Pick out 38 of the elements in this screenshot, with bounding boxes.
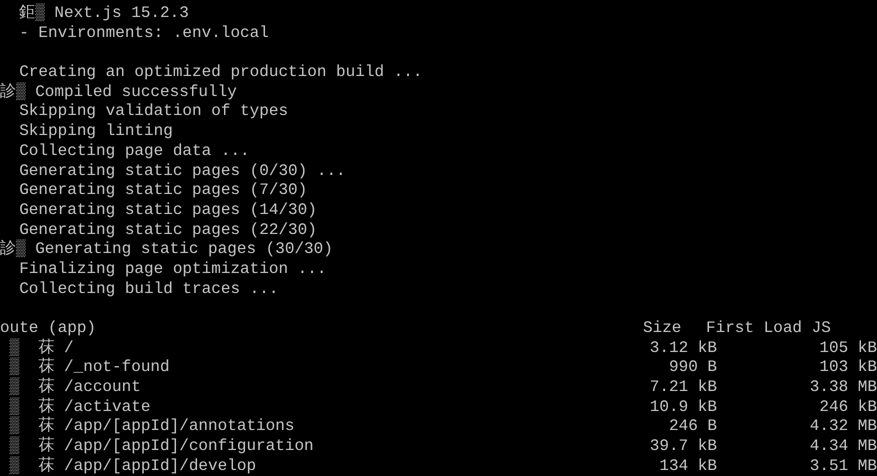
terminal-line: Generating static pages (14/30)	[18, 200, 317, 221]
route-path: ▒ 茠 /account	[8, 378, 141, 396]
terminal-line: Skipping linting	[18, 122, 173, 142]
route-path: ▒ 茠 /	[8, 338, 74, 357]
terminal-line: 診▒ Compiled successfully	[0, 82, 237, 102]
terminal-line: Finalizing page optimization ...	[18, 260, 326, 280]
terminal-line: Generating static pages (22/30)	[18, 220, 317, 240]
first-load-cell: 103 kB	[819, 358, 877, 376]
terminal-line: Generating static pages (0/30) ...	[18, 162, 346, 182]
first-load-cell: 246 kB	[819, 398, 877, 416]
first-load-cell: 3.38 MB	[810, 378, 877, 396]
terminal-line: 鉅▒ Next.js 15.2.3	[18, 4, 189, 24]
column-header: First Load JS	[706, 319, 831, 337]
size-cell: 990 B	[668, 358, 717, 376]
route-path: ▒ 茠 /activate	[8, 398, 150, 416]
terminal-line: Collecting build traces ...	[18, 280, 278, 300]
column-header: oute (app)	[0, 319, 96, 337]
route-path: ▒ 茠 /_not-found	[8, 358, 170, 376]
size-cell: 7.21 kB	[650, 378, 717, 396]
size-cell: 10.9 kB	[650, 398, 717, 416]
first-load-cell: 4.34 MB	[810, 437, 877, 456]
size-cell: 39.7 kB	[650, 437, 717, 456]
terminal-line: 診▒ Generating static pages (30/30)	[0, 240, 333, 260]
route-path: ▒ 茠 /app/[appId]/configuration	[8, 437, 314, 456]
size-cell: 246 B	[668, 417, 717, 436]
first-load-cell: 105 kB	[819, 338, 877, 357]
first-load-cell: 4.32 MB	[810, 417, 877, 436]
terminal-line: Collecting page data ...	[18, 142, 250, 162]
size-cell: 3.12 kB	[650, 338, 717, 357]
terminal-line: - Environments: .env.local	[18, 24, 269, 44]
terminal-line: Creating an optimized production build ...	[18, 63, 422, 82]
route-path: ▒ 茠 /app/[appId]/develop	[8, 456, 256, 475]
route-path: ▒ 茠 /app/[appId]/annotations	[8, 417, 294, 436]
size-cell: 134 kB	[659, 456, 717, 475]
terminal-line: Generating static pages (7/30)	[18, 181, 308, 201]
terminal-line: Skipping validation of types	[18, 102, 288, 122]
first-load-cell: 3.51 MB	[810, 456, 877, 475]
column-header: Size	[643, 319, 682, 337]
